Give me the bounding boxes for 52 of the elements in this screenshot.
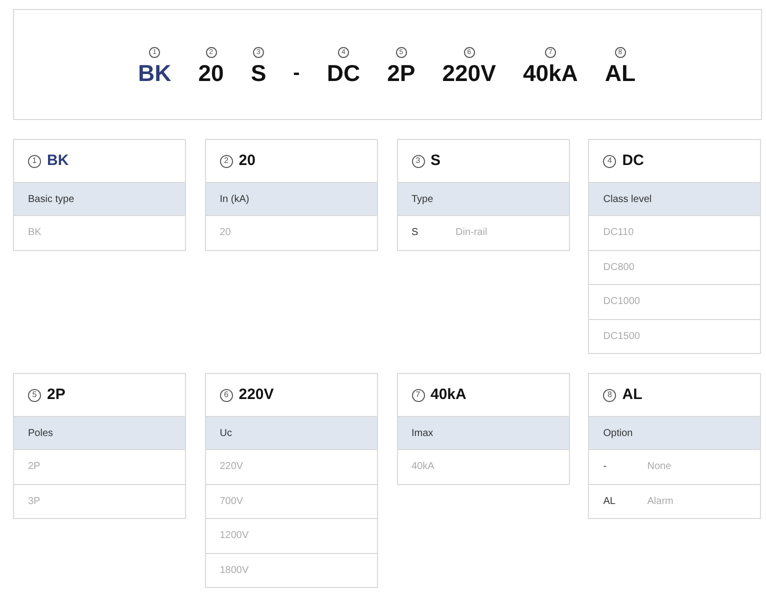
card-title: DC (622, 150, 644, 171)
row-label: In (kA) (220, 192, 250, 206)
code-separator: - (293, 63, 300, 83)
option-value: 700V (220, 494, 244, 509)
circled-number: 7 (412, 388, 424, 402)
option-value: DC1500 (603, 330, 640, 344)
option-value: 1800V (220, 564, 249, 578)
card-title: 40kA (430, 384, 466, 405)
row-label: Class level (603, 192, 652, 206)
option-value: 2P (28, 460, 40, 474)
option-value: 40kA (412, 460, 434, 474)
option-code: AL (603, 494, 616, 509)
option-description: Alarm (647, 494, 674, 509)
row-label: Imax (412, 426, 434, 440)
row-label: Uc (220, 426, 232, 440)
option-value: 3P (28, 494, 40, 509)
row-label: Basic type (28, 192, 74, 206)
card-title: S (430, 150, 441, 171)
code-label: BK (138, 62, 172, 85)
option-value: 1200V (220, 529, 249, 544)
option-value: 20 (220, 226, 231, 240)
circled-number: 1 (28, 154, 41, 168)
code-label: AL (604, 62, 636, 85)
option-value: DC1000 (603, 295, 640, 310)
option-code: - (603, 460, 608, 474)
code-label: 20 (198, 62, 224, 85)
circled-number: 6 (220, 388, 233, 402)
circled-number: 3 (412, 154, 424, 168)
code-label: DC (326, 62, 360, 85)
row-label: Poles (28, 426, 54, 440)
option-value: BK (28, 226, 42, 240)
code-label: 2P (387, 62, 416, 85)
card-title: AL (622, 384, 642, 405)
card-title: 20 (238, 150, 256, 171)
option-description: Din-rail (456, 226, 488, 240)
option-value: DC110 (603, 226, 634, 240)
code-label: 40kA (522, 62, 578, 85)
row-label: Option (603, 426, 633, 440)
row-label: Type (412, 192, 434, 206)
code-label: S (250, 62, 266, 85)
option-value: 220V (220, 460, 244, 474)
circled-number: 5 (28, 388, 41, 402)
code-label: 220V (442, 62, 496, 85)
card-title: BK (47, 150, 69, 171)
card-title: 2P (47, 384, 66, 405)
circled-number: 8 (603, 388, 616, 402)
card-title: 220V (238, 384, 274, 405)
option-value: DC800 (603, 260, 634, 275)
option-code: S (412, 226, 420, 240)
circled-number: 2 (220, 154, 233, 168)
circled-number: 4 (603, 154, 616, 168)
option-description: None (647, 460, 672, 474)
